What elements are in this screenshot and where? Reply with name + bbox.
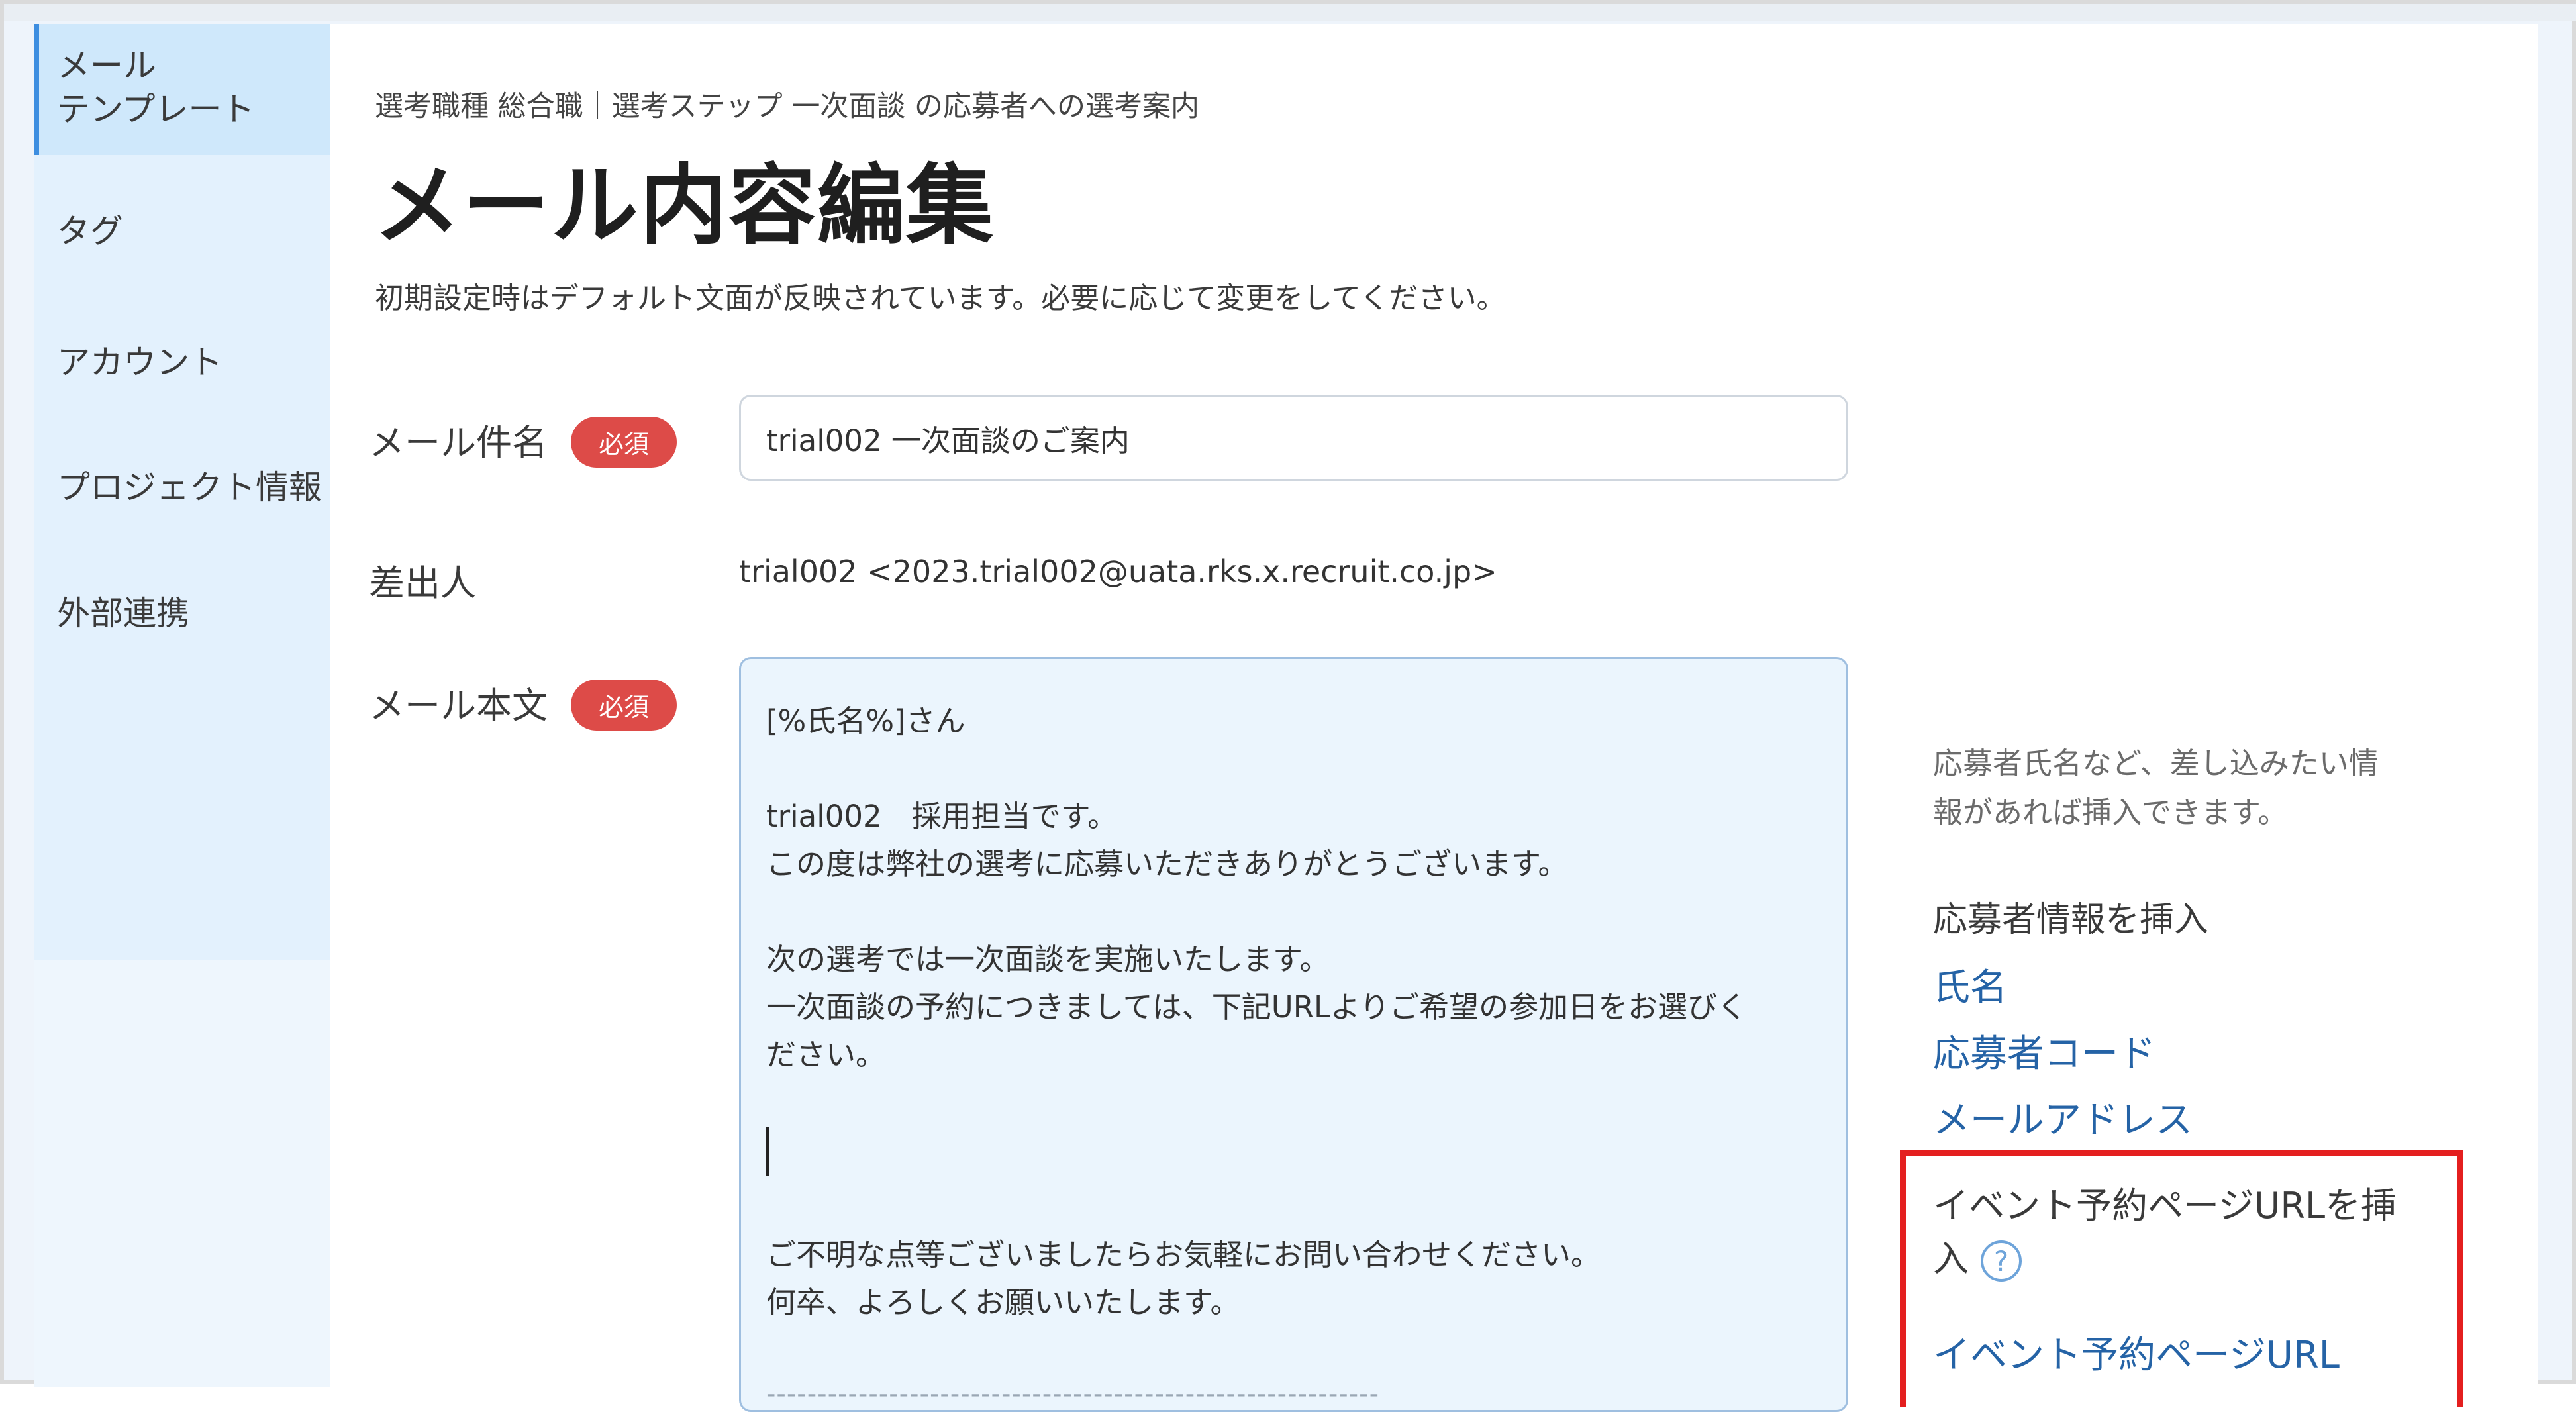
sender-value: trial002 <2023.trial002@uata.rks.x.recru… [739, 554, 1497, 589]
sidebar-menu: メール テンプレート タグ アカウント プロジェクト情報 外部連携 [34, 24, 330, 960]
sidebar: メール テンプレート タグ アカウント プロジェクト情報 外部連携 [34, 24, 330, 1387]
main-content: 選考職種 総合職｜選考ステップ 一次面談 の応募者への選考案内 メール内容編集 … [330, 24, 2538, 1412]
subject-label: メール件名 [369, 422, 548, 464]
event-url-heading-line1: イベント予約ページURLを挿 [1933, 1185, 2397, 1227]
body-line [766, 1079, 1822, 1127]
body-line: 次の選考では一次面談を実施いたします。 [766, 942, 1330, 977]
insert-applicant-code-link[interactable]: 応募者コード [1933, 1024, 2155, 1078]
insert-email-link[interactable]: メールアドレス [1933, 1090, 2193, 1144]
page-description: 初期設定時はデフォルト文面が反映されています。必要に応じて変更をしてください。 [375, 281, 1506, 315]
event-url-heading-line2-wrap: 入? [1933, 1233, 2450, 1286]
insert-name-link[interactable]: 氏名 [1933, 958, 2007, 1011]
sidebar-item-tags[interactable]: タグ [34, 209, 330, 253]
sidebar-item-label: プロジェクト情報 [57, 468, 322, 507]
body-line: ださい。 [766, 1037, 886, 1072]
sidebar-item-label-line2: テンプレート [57, 90, 255, 128]
insert-hint: 応募者氏名など、差し込みたい情 報があれば挿入できます。 [1933, 739, 2489, 837]
sidebar-item-account[interactable]: アカウント [34, 340, 330, 384]
event-url-heading: イベント予約ページURLを挿 入? [1933, 1180, 2450, 1286]
body-line: ご不明な点等ございましたらお気軽にお問い合わせください。 [766, 1237, 1601, 1272]
sidebar-item-project-info[interactable]: プロジェクト情報 [34, 466, 330, 509]
sidebar-item-label: タグ [57, 212, 123, 250]
body-editor[interactable]: [%氏名%]さん trial002 採用担当です。 この度は弊社の選考に応募いた… [739, 657, 1848, 1412]
event-url-heading-line2: 入 [1933, 1238, 1969, 1280]
breadcrumb: 選考職種 総合職｜選考ステップ 一次面談 の応募者への選考案内 [375, 90, 1200, 123]
sender-label: 差出人 [369, 562, 476, 604]
window-frame: メール テンプレート タグ アカウント プロジェクト情報 外部連携 選考職種 総… [0, 0, 2576, 1412]
body-line-caret [766, 1127, 1822, 1184]
subject-required-badge: 必須 [571, 417, 677, 468]
body-line: trial002 採用担当です。 [766, 799, 1118, 834]
sidebar-item-label-line1: メール [57, 46, 156, 85]
body-line: 何卒、よろしくお願いいたします。 [766, 1285, 1240, 1320]
body-line: [%氏名%]さん [766, 703, 966, 738]
body-line: この度は弊社の選考に応募いただきありがとうございます。 [766, 846, 1568, 882]
body-line [766, 1184, 1822, 1231]
insert-hint-line2: 報があれば挿入できます。 [1933, 795, 2288, 830]
sidebar-item-label: 外部連携 [57, 594, 189, 632]
body-line: 一次面談の予約につきましては、下記URLよりご希望の参加日をお選びく [766, 989, 1748, 1025]
body-required-badge: 必須 [571, 680, 677, 731]
sidebar-item-label: アカウント [57, 343, 223, 381]
subject-input[interactable] [739, 395, 1848, 481]
body-line [766, 888, 1822, 936]
body-line [766, 1327, 1822, 1374]
signature-separator: ----------------------------------------… [766, 1379, 1380, 1409]
insert-hint-line1: 応募者氏名など、差し込みたい情 [1933, 746, 2379, 781]
insert-event-url-link[interactable]: イベント予約ページURL [1933, 1325, 2340, 1379]
body-line [766, 745, 1822, 793]
applicant-info-heading: 応募者情報を挿入 [1933, 900, 2209, 940]
sidebar-item-mail-template[interactable]: メール テンプレート [34, 24, 330, 155]
body-label: メール本文 [369, 685, 548, 727]
page-title: メール内容編集 [373, 155, 995, 257]
help-icon[interactable]: ? [1981, 1240, 2022, 1282]
sidebar-item-external-integration[interactable]: 外部連携 [34, 591, 330, 635]
top-band [4, 4, 2576, 21]
text-caret [766, 1127, 769, 1176]
